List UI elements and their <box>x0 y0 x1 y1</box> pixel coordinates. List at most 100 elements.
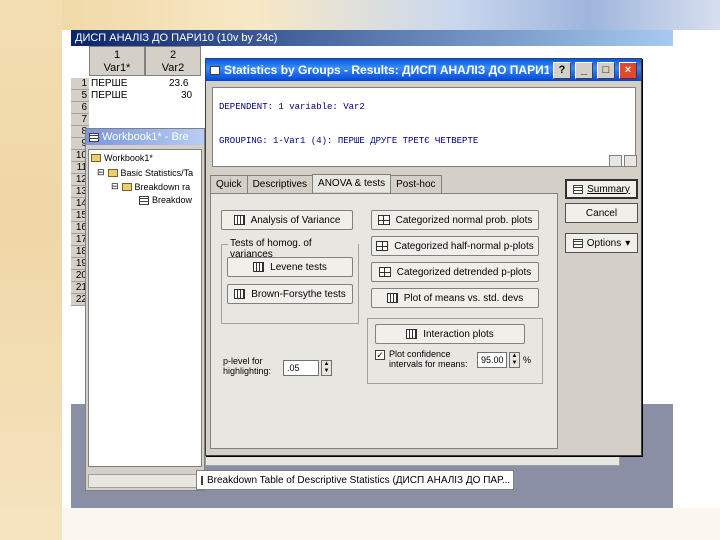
button-label: Cancel <box>585 207 618 219</box>
slide-background-bottom <box>62 508 720 540</box>
cell-var2[interactable]: 23.6 <box>169 78 188 90</box>
tab-bar: Quick Descriptives ANOVA & tests Post-ho… <box>210 174 442 193</box>
column-header-1[interactable]: 1 Var1* <box>89 46 145 76</box>
button-label: Categorized normal prob. plots <box>395 214 533 226</box>
folder-icon <box>121 182 132 191</box>
row-number[interactable]: 5 <box>71 90 89 102</box>
expand-icon[interactable] <box>624 155 637 167</box>
table-icon <box>201 475 203 485</box>
p-level-spinner[interactable]: ▲ ▼ <box>321 360 332 376</box>
row-number[interactable]: 6 <box>71 102 89 114</box>
app-icon <box>210 65 220 75</box>
workbook-tree[interactable]: Workbook1* ⊟ Basic Statistics/Ta ⊟ Break… <box>88 149 202 467</box>
cancel-button[interactable]: Cancel <box>565 203 638 223</box>
column-name: Var2 <box>161 62 185 74</box>
dialog-title: Statistics by Groups - Results: ДИСП АНА… <box>224 63 549 77</box>
anova-tests-panel: Analysis of Variance Tests of homog. of … <box>210 193 558 449</box>
table-icon <box>233 215 245 225</box>
table-icon <box>253 262 265 272</box>
p-level-input[interactable]: .05 <box>283 360 319 376</box>
sheet-tab-bar[interactable]: Breakdown Table of Descriptive Statistic… <box>196 470 514 490</box>
sheet-tab-label[interactable]: Breakdown Table of Descriptive Statistic… <box>207 475 510 486</box>
tree-item-breakdown[interactable]: ⊟ Breakdown ra <box>111 181 190 192</box>
cell-var2[interactable]: 30 <box>181 90 192 102</box>
column-number: 2 <box>169 49 177 61</box>
table-icon <box>234 289 246 299</box>
button-label: Interaction plots <box>423 328 494 340</box>
summary-button[interactable]: Summary <box>565 179 638 199</box>
workbook-icon <box>89 132 99 142</box>
tree-item-label: Breakdown ra <box>134 181 191 192</box>
tab-post-hoc[interactable]: Post-hoc <box>390 175 442 193</box>
p-level-label: p-level for highlighting: <box>223 356 272 376</box>
brown-forsythe-button[interactable]: Brown-Forsythe tests <box>227 284 353 304</box>
tree-item-label: Workbook1* <box>104 153 153 163</box>
folder-icon <box>91 154 101 162</box>
folder-icon <box>107 168 118 177</box>
results-line-dependent: DEPENDENT: 1 variable: Var2 <box>219 102 365 112</box>
tree-item-label: Basic Statistics/Ta <box>120 167 194 178</box>
plot-grid-icon <box>376 241 389 251</box>
categorized-normal-plots-button[interactable]: Categorized normal prob. plots <box>371 210 539 230</box>
column-name: Var1* <box>103 62 131 74</box>
button-label: Options <box>586 237 622 249</box>
row-number[interactable]: 1 <box>71 78 89 90</box>
levene-tests-button[interactable]: Levene tests <box>227 257 353 277</box>
column-number: 1 <box>113 49 121 61</box>
button-label: Analysis of Variance <box>250 214 341 226</box>
button-label: Plot of means vs. std. devs <box>403 292 524 304</box>
plot-grid-icon <box>377 215 390 225</box>
collapse-icon[interactable]: ⊟ <box>97 167 105 178</box>
collapse-icon[interactable]: ⊟ <box>111 181 119 192</box>
percent-unit: % <box>523 355 532 365</box>
minimize-button[interactable]: _ <box>575 61 593 79</box>
maximize-button[interactable]: □ <box>597 61 615 79</box>
workbook-horizontal-scrollbar[interactable] <box>88 474 202 488</box>
interaction-plots-button[interactable]: Interaction plots <box>375 324 525 344</box>
row-number[interactable]: 7 <box>71 114 89 126</box>
dialog-titlebar[interactable]: Statistics by Groups - Results: ДИСП АНА… <box>206 59 641 81</box>
button-label: Brown-Forsythe tests <box>251 288 346 300</box>
cell-var1[interactable]: ПЕРШЕ <box>91 90 127 102</box>
workbook-window[interactable]: Workbook1* - Bre Workbook1* ⊟ Basic Stat… <box>85 128 205 491</box>
tree-item-breakdown-table[interactable]: Breakdow <box>139 195 192 205</box>
button-label: Categorized half-normal p-plots <box>394 240 534 252</box>
plot-grid-icon <box>378 267 391 277</box>
confidence-level-input[interactable]: 95.00 <box>477 352 507 368</box>
button-label: Levene tests <box>270 261 327 273</box>
analysis-of-variance-button[interactable]: Analysis of Variance <box>221 210 353 230</box>
tree-item-workbook[interactable]: Workbook1* <box>91 153 153 163</box>
workbook-title: Workbook1* - Bre <box>102 131 189 143</box>
tree-item-label: Breakdow <box>152 195 193 205</box>
tree-item-basic-stats[interactable]: ⊟ Basic Statistics/Ta <box>97 167 193 178</box>
copy-icon[interactable] <box>609 155 622 167</box>
column-header-2[interactable]: 2 Var2 <box>145 46 201 76</box>
tab-descriptives[interactable]: Descriptives <box>246 175 314 193</box>
button-label: Categorized detrended p-plots <box>396 266 532 278</box>
cell-var1[interactable]: ПЕРШЕ <box>91 78 127 90</box>
button-label: Summary <box>587 183 630 195</box>
table-icon <box>573 184 584 194</box>
plot-confidence-label: Plot confidence intervals for means: <box>389 349 468 369</box>
results-line-grouping: GROUPING: 1-Var1 (4): ПЕРШЕ ДРУГЕ ТРЕТЄ … <box>219 136 479 146</box>
table-icon <box>139 195 149 205</box>
options-button[interactable]: Options ▾ <box>565 233 638 253</box>
categorized-half-normal-button[interactable]: Categorized half-normal p-plots <box>371 236 539 256</box>
spreadsheet-title: ДИСП АНАЛІЗ ДО ПАРИ10 (10v by 24c) <box>71 30 673 46</box>
categorized-detrended-button[interactable]: Categorized detrended p-plots <box>371 262 539 282</box>
confidence-spinner[interactable]: ▲ ▼ <box>509 352 520 368</box>
options-icon <box>572 238 583 248</box>
help-button[interactable]: ? <box>553 61 571 79</box>
scatter-plot-icon <box>386 293 398 303</box>
line-plot-icon <box>406 329 418 339</box>
results-summary-box[interactable]: DEPENDENT: 1 variable: Var2 GROUPING: 1-… <box>212 87 636 167</box>
slide-background-top <box>62 0 720 30</box>
means-vs-std-button[interactable]: Plot of means vs. std. devs <box>371 288 539 308</box>
close-button[interactable]: × <box>619 61 637 79</box>
statistics-by-groups-dialog[interactable]: Statistics by Groups - Results: ДИСП АНА… <box>205 58 642 456</box>
workbook-titlebar[interactable]: Workbook1* - Bre <box>86 129 204 145</box>
tab-quick[interactable]: Quick <box>210 175 248 193</box>
dropdown-arrow-icon: ▾ <box>625 237 631 249</box>
plot-confidence-checkbox[interactable]: ✓ <box>375 350 385 360</box>
tab-anova-tests[interactable]: ANOVA & tests <box>312 174 392 192</box>
